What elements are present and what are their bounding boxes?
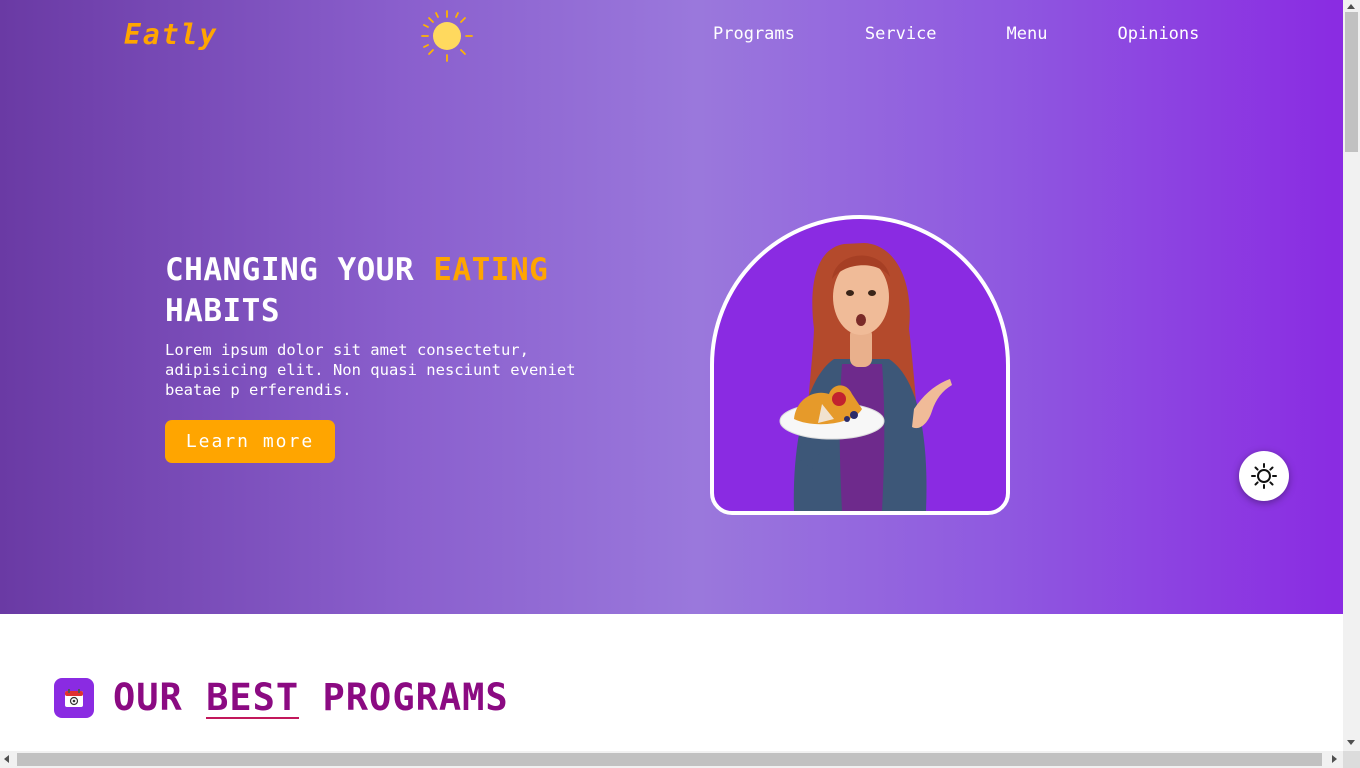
vertical-scrollbar[interactable] [1343,0,1360,751]
hero-section: Eatly Programs Service Menu Opinions CHA… [0,0,1343,614]
nav-item-service[interactable]: Service [865,24,937,44]
sun-icon [421,10,473,62]
section-title-word3: PROGRAMS [322,676,509,719]
horizontal-scrollbar[interactable] [0,751,1343,768]
scrollbar-corner [1343,751,1360,768]
nav-item-menu[interactable]: Menu [1007,24,1048,44]
scroll-up-arrow-icon[interactable] [1347,4,1355,9]
sun-outline-icon [1251,463,1277,489]
main-nav: Programs Service Menu Opinions [713,24,1199,44]
hero-image-frame [710,215,1010,515]
learn-more-button[interactable]: Learn more [165,420,335,463]
vertical-scrollbar-thumb[interactable] [1345,12,1358,152]
nav-item-opinions[interactable]: Opinions [1118,24,1200,44]
theme-toggle-button[interactable] [1239,451,1289,501]
section-title: OUR BEST PROGRAMS [113,676,509,719]
hero-title-accent: EATING [433,252,549,288]
hero-title-part1: CHANGING YOUR [165,252,434,288]
hero-description: Lorem ipsum dolor sit amet consectetur, … [165,341,576,399]
calendar-icon [54,677,94,718]
hero-woman-with-plate-image [779,243,952,511]
scroll-right-arrow-icon[interactable] [1332,755,1337,763]
section-title-word1: OUR [113,676,183,719]
hero-title-part2: HABITS [165,293,280,329]
scroll-left-arrow-icon[interactable] [4,755,9,763]
programs-section-heading: OUR BEST PROGRAMS [54,676,509,719]
horizontal-scrollbar-thumb[interactable] [17,753,1322,766]
section-title-word2: BEST [206,676,300,719]
brand-logo[interactable]: Eatly [124,18,218,51]
scroll-down-arrow-icon[interactable] [1347,740,1355,745]
nav-item-programs[interactable]: Programs [713,24,795,44]
hero-title: CHANGING YOUR EATING HABITS [165,250,625,332]
